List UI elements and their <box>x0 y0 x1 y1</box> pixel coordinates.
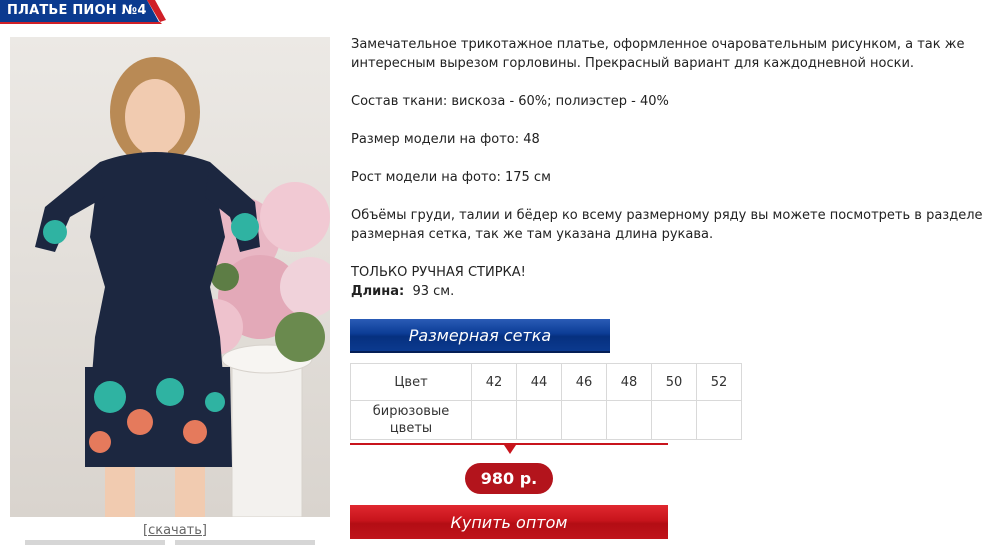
quantity-cell-48[interactable] <box>606 400 652 440</box>
size-header-52: 52 <box>696 363 742 401</box>
product-title: ПЛАТЬЕ ПИОН №4 <box>7 3 147 18</box>
quantity-cell-50[interactable] <box>651 400 697 440</box>
table-row: бирюзовые цветы <box>350 400 742 440</box>
size-chart-button-label: Размерная сетка <box>408 326 552 345</box>
measurements-note: Объёмы груди, талии и бёдер ко всему раз… <box>351 208 983 242</box>
fabric-composition: Состав ткани: вискоза - 60%; полиэстер -… <box>351 94 669 109</box>
wash-note: ТОЛЬКО РУЧНАЯ СТИРКА! <box>351 265 526 280</box>
sizes-header-row: Цвет 42 44 46 48 50 52 <box>350 363 742 401</box>
buy-wholesale-button[interactable]: Купить оптом <box>350 505 668 539</box>
description-intro: Замечательное трикотажное платье, оформл… <box>351 37 965 71</box>
model-size: Размер модели на фото: 48 <box>351 132 540 147</box>
price-arrow-icon <box>504 445 516 454</box>
download-link[interactable]: [скачать] <box>143 523 207 538</box>
size-header-46: 46 <box>561 363 607 401</box>
product-description: Замечательное трикотажное платье, оформл… <box>351 35 991 301</box>
sizes-order-table: Цвет 42 44 46 48 50 52 бирюзовые цветы <box>350 363 742 440</box>
size-header-50: 50 <box>651 363 697 401</box>
quantity-cell-42[interactable] <box>471 400 517 440</box>
product-photo[interactable] <box>10 37 330 517</box>
color-name: бирюзовые цветы <box>350 400 472 440</box>
quantity-cell-52[interactable] <box>696 400 742 440</box>
size-header-48: 48 <box>606 363 652 401</box>
product-title-tab: ПЛАТЬЕ ПИОН №4 <box>0 0 172 24</box>
price-badge: 980 р. <box>465 463 553 494</box>
quantity-cell-46[interactable] <box>561 400 607 440</box>
model-height: Рост модели на фото: 175 см <box>351 170 551 185</box>
color-header: Цвет <box>350 363 472 401</box>
length-label: Длина: <box>351 284 405 299</box>
length-line: Длина: 93 см. <box>351 282 991 301</box>
thumbnail-strip <box>25 540 315 545</box>
size-chart-button[interactable]: Размерная сетка <box>350 319 610 353</box>
size-header-42: 42 <box>471 363 517 401</box>
buy-wholesale-button-label: Купить оптом <box>450 513 568 532</box>
quantity-cell-44[interactable] <box>516 400 562 440</box>
length-value: 93 см. <box>412 284 455 299</box>
size-header-44: 44 <box>516 363 562 401</box>
